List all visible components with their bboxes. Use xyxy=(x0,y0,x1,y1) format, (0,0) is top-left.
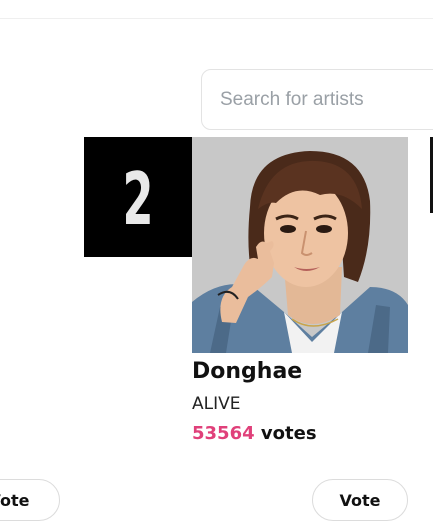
rank-badge: 2 xyxy=(84,137,192,257)
search-input[interactable] xyxy=(202,70,433,129)
search-box[interactable] xyxy=(201,69,433,130)
vote-button-previous-artist[interactable]: Vote xyxy=(0,479,60,521)
header-divider xyxy=(0,18,433,19)
votes-label: votes xyxy=(260,423,317,444)
artist-group: ALIVE xyxy=(192,394,241,414)
vote-count: 53564 xyxy=(192,423,255,444)
vote-button-label: Vote xyxy=(339,490,381,510)
vote-tally: 53564 votes xyxy=(192,421,317,447)
rank-number: 2 xyxy=(122,157,154,241)
vote-button[interactable]: Vote xyxy=(312,479,408,521)
vote-button-label: Vote xyxy=(0,490,30,510)
voting-page: 2 xyxy=(0,0,433,532)
artist-photo-image xyxy=(192,137,408,353)
artist-name: Donghae xyxy=(192,359,303,384)
artist-photo[interactable] xyxy=(192,137,408,353)
